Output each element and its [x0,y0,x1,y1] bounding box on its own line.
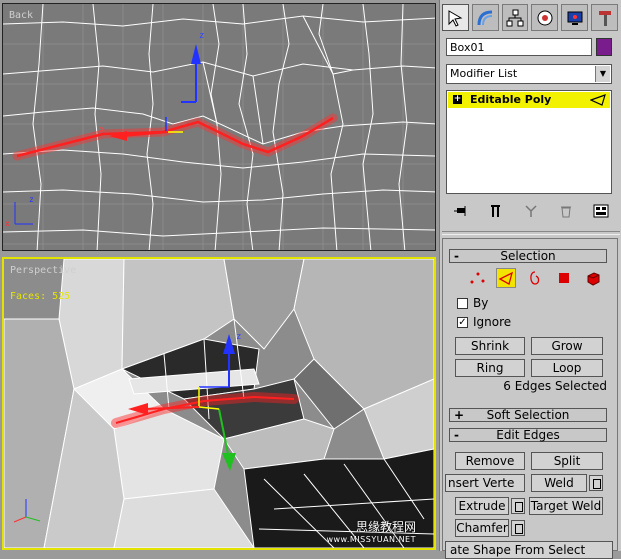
checkbox-unchecked[interactable] [457,297,468,309]
make-unique-icon [525,205,537,217]
stack-item-editable-poly[interactable]: + Editable Poly [448,92,610,108]
viewport-label[interactable]: Back [9,10,33,21]
viewport-label[interactable]: Perspective [10,265,76,276]
selection-status: 6 Edges Selected [503,379,607,393]
svg-text:z: z [199,31,204,41]
hierarchy-icon [506,9,524,26]
ignore-label: Ignore [473,315,512,329]
edit-edges-title: Edit Edges [496,428,560,442]
svg-text:x: x [99,125,105,135]
remove-modifier-icon [561,206,571,218]
extrude-settings-button[interactable] [511,498,525,514]
element-icon [587,272,600,286]
show-end-result-icon [491,205,500,217]
divider [442,231,620,235]
subobject-level-icons [467,268,603,288]
grow-button[interactable]: Grow [531,337,603,355]
object-color-swatch[interactable] [596,38,612,56]
object-name-field[interactable]: Box01 [446,38,592,56]
edge-mode-icon [590,94,606,106]
soft-selection-rollout-header[interactable]: + Soft Selection [449,408,607,422]
perspective-viewport[interactable]: z Perspective Faces: 525 思缘教程网 www.MISSY… [2,257,436,550]
weld-button[interactable]: Weld [531,474,587,492]
motion-tab[interactable] [531,4,559,31]
pin-stack-button[interactable] [450,201,472,221]
by-label: By [473,296,489,310]
display-icon [567,11,583,25]
edge-icon [498,271,514,285]
faces-count: Faces: 525 [10,291,71,302]
polygon-level-button[interactable] [554,268,574,288]
svg-text:x: x [5,219,10,228]
watermark: 思缘教程网 www.MISSYUAN.NET [326,518,416,544]
command-panel: Box01 Modifier List ▼ + Editable Poly - … [439,0,621,559]
svg-text:z: z [29,195,34,204]
utilities-tab[interactable] [591,4,618,31]
border-icon [530,271,540,285]
chamfer-button[interactable]: Chamfer [455,519,509,537]
configure-modifier-sets-icon [593,204,609,218]
back-viewport[interactable]: z x z x Back [2,3,436,251]
border-level-button[interactable] [525,268,545,288]
chevron-down-icon: ▼ [595,66,610,82]
element-level-button[interactable] [583,268,603,288]
shrink-button[interactable]: Shrink [455,337,525,355]
split-button[interactable]: Split [531,452,603,470]
svg-text:z: z [236,332,241,342]
utilities-icon [598,10,611,26]
extrude-button[interactable]: Extrude [455,497,509,515]
show-end-result-button[interactable] [485,201,507,221]
create-icon [448,9,463,27]
command-panel-tabs [442,4,618,34]
edge-level-button[interactable] [496,268,516,288]
watermark-url: www.MISSYUAN.NET [326,535,416,544]
vertex-level-button[interactable] [467,268,487,288]
motion-icon [537,10,553,25]
remove-button[interactable]: Remove [455,452,525,470]
modify-icon [477,10,493,25]
back-viewport-mesh: z x z x [3,4,435,250]
expand-icon[interactable]: + [453,95,462,104]
checkmark-icon[interactable]: ✓ [457,316,468,328]
create-tab[interactable] [442,4,469,31]
modifier-list-dropdown[interactable]: Modifier List ▼ [446,64,612,84]
pin-stack-icon [454,206,466,216]
perspective-viewport-mesh: z [4,259,434,548]
polygon-icon [559,273,569,283]
selection-rollout-title: Selection [500,249,556,263]
chamfer-settings-button[interactable] [511,520,525,536]
by-vertex-checkbox[interactable]: By [457,296,488,310]
ring-button[interactable]: Ring [455,359,525,377]
rollout-area: - Selection By ✓ Ignore Shrink Grow Ring… [442,238,618,559]
stack-item-label: Editable Poly [470,93,552,106]
edit-edges-rollout-header[interactable]: - Edit Edges [449,428,607,442]
configure-modifier-sets-button[interactable] [590,201,612,221]
modify-tab[interactable] [471,4,499,31]
loop-button[interactable]: Loop [531,359,603,377]
modifier-list-label: Modifier List [450,67,518,80]
create-shape-from-selection-button[interactable]: ate Shape From Select [445,541,613,559]
vertex-icon [470,272,485,284]
make-unique-button[interactable] [520,201,542,221]
modifier-stack[interactable]: + Editable Poly [446,90,612,194]
hierarchy-tab[interactable] [501,4,529,31]
remove-modifier-button[interactable] [555,201,577,221]
ignore-backfacing-checkbox[interactable]: ✓ Ignore [457,315,511,329]
insert-vertex-button[interactable]: nsert Verte [445,474,525,492]
soft-selection-title: Soft Selection [486,408,570,422]
weld-settings-button[interactable] [589,475,603,491]
stack-toolbar [450,200,612,222]
watermark-title: 思缘教程网 [355,520,416,534]
display-tab[interactable] [561,4,589,31]
target-weld-button[interactable]: Target Weld [529,497,603,515]
selection-rollout-header[interactable]: - Selection [449,249,607,263]
